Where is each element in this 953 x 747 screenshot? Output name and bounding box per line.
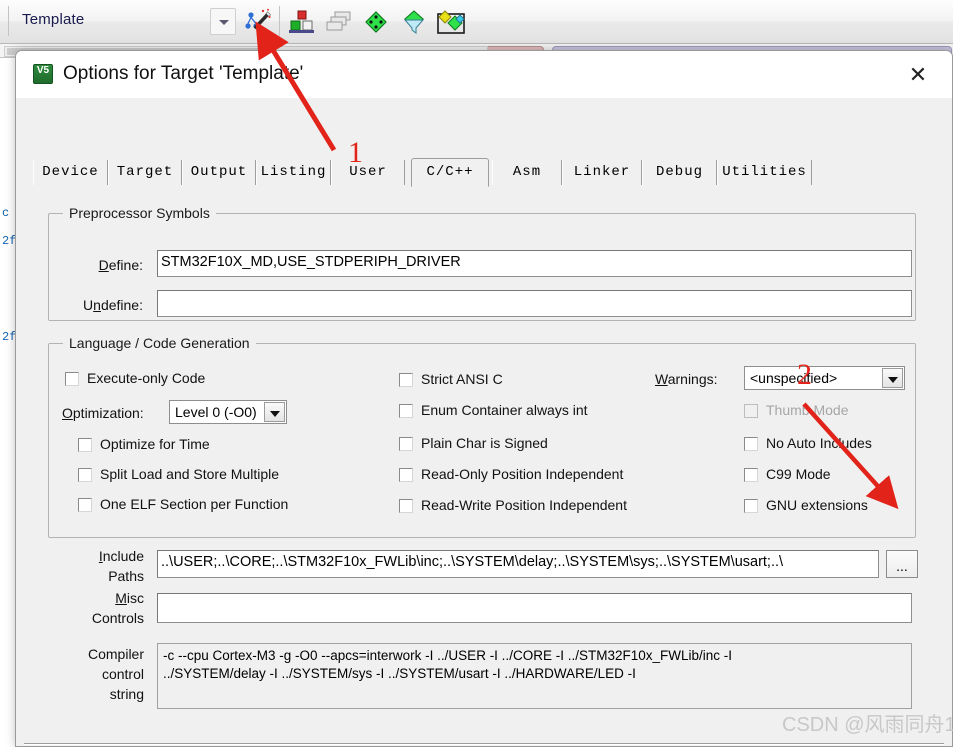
checkbox-label: Thumb Mode: [766, 402, 849, 418]
checkbox-label: Read-Only Position Independent: [421, 466, 624, 482]
optimization-value: Level 0 (-O0): [175, 404, 257, 420]
misc-controls-label-line1: Misc: [115, 590, 144, 606]
compiler-control-string-line2: ../SYSTEM/delay -I ../SYSTEM/sys -I ../S…: [163, 665, 636, 681]
toolbar-separator: [279, 6, 280, 36]
dialog-body: Device Target Output Listing User C/C++ …: [16, 98, 952, 746]
manage-run-env-icon[interactable]: [437, 8, 465, 36]
optimization-select[interactable]: Level 0 (-O0): [169, 400, 287, 424]
compiler-control-label-line2: control: [101, 666, 144, 682]
checkbox-box[interactable]: [399, 437, 413, 451]
checkbox-box[interactable]: [744, 437, 758, 451]
compiler-control-label-line3: string: [109, 686, 144, 702]
checkbox-box[interactable]: [78, 468, 92, 482]
tab-linker[interactable]: Linker: [562, 160, 642, 185]
define-input[interactable]: STM32F10X_MD,USE_STDPERIPH_DRIVER: [157, 250, 912, 277]
tab-target[interactable]: Target: [108, 160, 182, 185]
tab-bar: Device Target Output Listing User C/C++ …: [33, 158, 938, 187]
checkbox-box[interactable]: [65, 372, 79, 386]
checkbox-box[interactable]: [744, 468, 758, 482]
divider: [24, 743, 944, 745]
include-paths-label-line2: Paths: [108, 568, 144, 584]
checkbox-box[interactable]: [744, 499, 758, 513]
checkbox-label: Strict ANSI C: [421, 371, 503, 387]
undefine-input[interactable]: [157, 290, 912, 317]
include-paths-label-line1: Include: [98, 548, 144, 564]
checkbox-box: [744, 404, 758, 418]
preprocessor-symbols-title: Preprocessor Symbols: [63, 205, 216, 221]
define-label: Define:: [98, 257, 143, 273]
language-code-generation-title: Language / Code Generation: [63, 335, 256, 351]
tab-output[interactable]: Output: [182, 160, 256, 185]
warnings-label: Warnings:: [655, 371, 718, 387]
warnings-value: <unspecified>: [750, 370, 838, 386]
checkbox-box[interactable]: [399, 499, 413, 513]
compiler-control-string-line1: -c --cpu Cortex-M3 -g -O0 --apcs=interwo…: [163, 648, 732, 663]
options-target-icon[interactable]: [362, 8, 390, 36]
checkbox-box[interactable]: [399, 373, 413, 387]
checkbox-box[interactable]: [399, 468, 413, 482]
batch-build-icon[interactable]: [325, 8, 353, 36]
chevron-down-icon[interactable]: [882, 368, 903, 388]
checkbox-box[interactable]: [78, 438, 92, 452]
checkbox-label: Optimize for Time: [100, 436, 210, 452]
uvision-app-icon: V5: [33, 64, 53, 84]
dialog-title-bar: V5 Options for Target 'Template' ✕: [16, 51, 952, 98]
include-paths-browse-button[interactable]: ...: [886, 550, 918, 578]
build-target-icon[interactable]: [288, 8, 316, 36]
options-for-target-dialog: V5 Options for Target 'Template' ✕ Devic…: [15, 50, 953, 747]
tab-asm[interactable]: Asm: [492, 160, 562, 185]
target-select-dropdown[interactable]: [210, 8, 236, 35]
warnings-select[interactable]: <unspecified>: [744, 366, 905, 390]
checkbox-label: Split Load and Store Multiple: [100, 466, 279, 482]
tab-utilities[interactable]: Utilities: [717, 160, 812, 185]
optimization-label: Optimization:: [62, 405, 144, 421]
checkbox-label: C99 Mode: [766, 466, 831, 482]
checkbox-label: Read-Write Position Independent: [421, 497, 627, 513]
project-target-label: Template: [22, 11, 85, 28]
misc-controls-label-line2: Controls: [91, 610, 144, 626]
tab-user[interactable]: User: [331, 160, 405, 185]
checkbox-label: No Auto Includes: [766, 435, 872, 451]
undefine-label: Undefine:: [83, 297, 143, 313]
checkbox-box[interactable]: [78, 498, 92, 512]
tab-debug[interactable]: Debug: [642, 160, 717, 185]
checkbox-label: GNU extensions: [766, 497, 868, 513]
misc-controls-input[interactable]: [157, 593, 912, 623]
tab-listing[interactable]: Listing: [256, 160, 331, 185]
checkbox-label: Plain Char is Signed: [421, 435, 548, 451]
editor-code-fragment: c: [2, 206, 10, 220]
close-icon[interactable]: ✕: [898, 61, 938, 89]
checkbox-box[interactable]: [399, 404, 413, 418]
toolbar-separator: [8, 6, 9, 36]
manage-components-icon[interactable]: [400, 8, 428, 36]
checkbox-label: Execute-only Code: [87, 370, 206, 386]
chevron-down-icon[interactable]: [264, 402, 285, 422]
dialog-button-row: OK Cancel Defaults Help: [16, 743, 952, 747]
magic-wand-icon[interactable]: [244, 8, 272, 36]
tab-c-cpp[interactable]: C/C++: [411, 158, 489, 187]
checkbox-label: Enum Container always int: [421, 402, 588, 418]
tab-device[interactable]: Device: [33, 160, 108, 185]
ide-toolbar: Template: [0, 0, 953, 57]
dialog-title: Options for Target 'Template': [63, 63, 304, 84]
compiler-control-label-line1: Compiler: [87, 646, 144, 662]
checkbox-label: One ELF Section per Function: [100, 496, 289, 512]
include-paths-input[interactable]: ..\USER;..\CORE;..\STM32F10x_FWLib\inc;.…: [157, 550, 879, 578]
